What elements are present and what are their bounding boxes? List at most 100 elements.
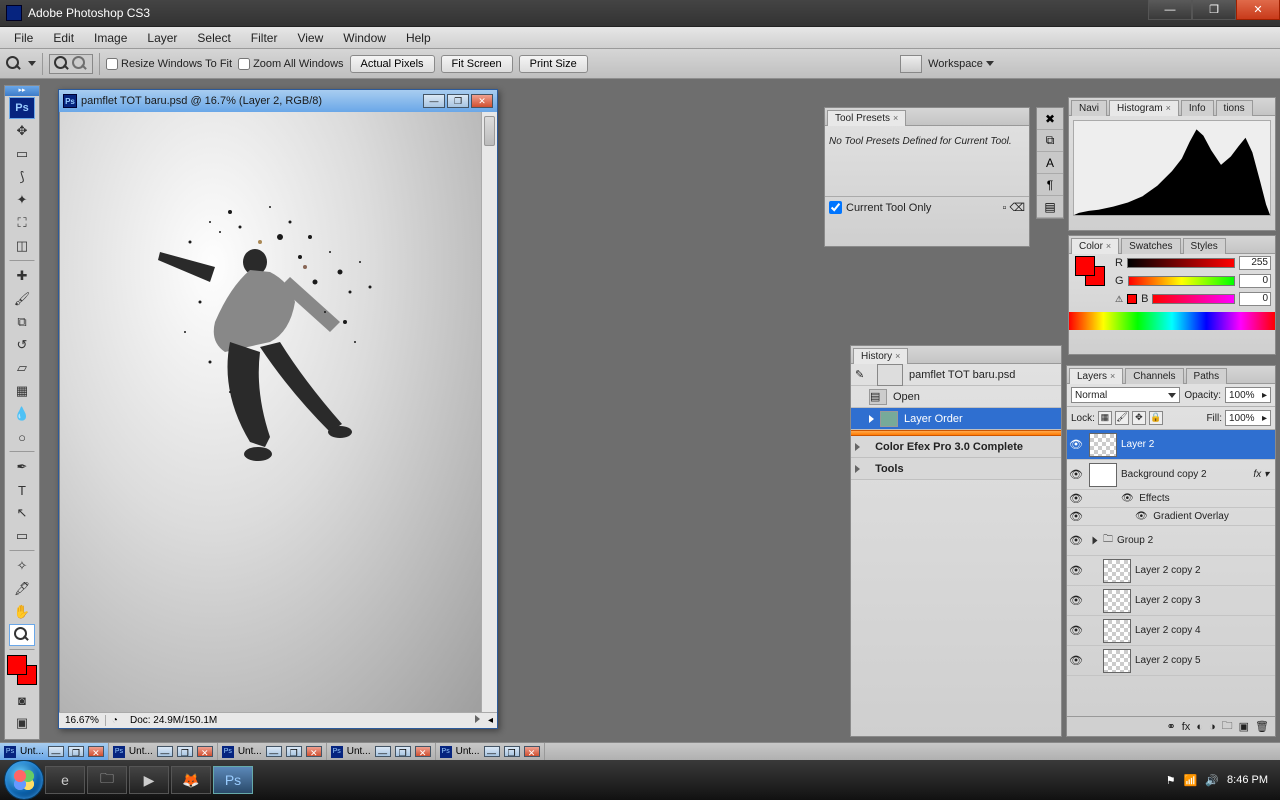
dock-para-icon[interactable]: ¶	[1037, 174, 1063, 196]
history-layerorder[interactable]: Layer Order	[851, 408, 1061, 430]
layer-row[interactable]: 👁Layer 2	[1067, 430, 1275, 460]
task-ie[interactable]: e	[45, 766, 85, 794]
tool-path[interactable]: ↖	[9, 502, 35, 524]
visibility-icon[interactable]: 👁	[1067, 438, 1085, 451]
tool-crop[interactable]: ⛶	[9, 212, 35, 234]
task-photoshop[interactable]: Ps	[213, 766, 253, 794]
trash-icon[interactable]: 🗑	[1255, 720, 1269, 733]
tool-pen[interactable]: ✒	[9, 456, 35, 478]
doc-tab[interactable]: PsUnt...—❐✕	[436, 743, 545, 760]
history-open[interactable]: ▤Open	[851, 386, 1061, 408]
tray-sound-icon[interactable]: 🔊	[1205, 774, 1219, 787]
tab-history[interactable]: History×	[853, 348, 908, 364]
workspace-menu[interactable]: Workspace	[928, 58, 994, 70]
lock-paint-icon[interactable]: 🖌	[1115, 411, 1129, 425]
tray-clock[interactable]: 8:46 PM	[1227, 774, 1268, 786]
dock-clone-icon[interactable]: ⧉	[1037, 130, 1063, 152]
dock-layers-icon[interactable]: ▤	[1037, 196, 1063, 218]
tool-heal[interactable]: ✚	[9, 265, 35, 287]
doc-tab[interactable]: PsUnt...—❐✕	[0, 743, 109, 760]
tool-brush[interactable]: 🖌	[9, 288, 35, 310]
task-firefox[interactable]: 🦊	[171, 766, 211, 794]
tool-marquee[interactable]: ▭	[9, 143, 35, 165]
resize-checkbox[interactable]: Resize Windows To Fit	[106, 58, 232, 70]
blend-mode[interactable]: Normal	[1071, 387, 1180, 403]
zoomall-checkbox[interactable]: Zoom All Windows	[238, 58, 343, 70]
tool-history-brush[interactable]: ↺	[9, 334, 35, 356]
lock-trans-icon[interactable]: ▦	[1098, 411, 1112, 425]
adjust-icon[interactable]: ◑	[1209, 721, 1216, 733]
layer-row[interactable]: 👁Layer 2 copy 4	[1067, 616, 1275, 646]
layer-row[interactable]: 👁👁 Gradient Overlay	[1067, 508, 1275, 526]
tool-wand[interactable]: ✦	[9, 189, 35, 211]
zoom-mode[interactable]	[49, 54, 93, 74]
folder-icon[interactable]: 🗀	[1222, 717, 1233, 736]
tool-eyedrop[interactable]: 🖋	[9, 578, 35, 600]
menu-image[interactable]: Image	[84, 29, 137, 47]
mask-icon[interactable]: ◐	[1196, 721, 1203, 733]
visibility-icon[interactable]: 👁	[1067, 468, 1085, 481]
toolbox-header[interactable]: ▸▸	[5, 86, 39, 96]
menu-select[interactable]: Select	[187, 29, 240, 47]
tool-move[interactable]: ✥	[9, 120, 35, 142]
history-file[interactable]: ✎pamflet TOT baru.psd	[851, 364, 1061, 386]
doc-close[interactable]: ✕	[471, 94, 493, 108]
tool-shape[interactable]: ▭	[9, 525, 35, 547]
tab-info[interactable]: Info	[1181, 100, 1214, 116]
menu-layer[interactable]: Layer	[137, 29, 187, 47]
visibility-icon[interactable]: 👁	[1067, 534, 1085, 547]
visibility-icon[interactable]: 👁	[1067, 594, 1085, 607]
actual-pixels-button[interactable]: Actual Pixels	[350, 55, 435, 73]
b-slider[interactable]	[1152, 294, 1235, 304]
tab-swatches[interactable]: Swatches	[1121, 238, 1180, 254]
document-titlebar[interactable]: Ps pamflet TOT baru.psd @ 16.7% (Layer 2…	[59, 90, 497, 112]
visibility-icon[interactable]: 👁	[1067, 492, 1085, 505]
tool-notes[interactable]: ✧	[9, 555, 35, 577]
tool-screenmode[interactable]: ▣	[9, 712, 35, 734]
menu-view[interactable]: View	[287, 29, 333, 47]
vscrollbar[interactable]	[481, 112, 497, 712]
color-fg-bg[interactable]	[1075, 256, 1105, 286]
tool-lasso[interactable]: ⟆	[9, 166, 35, 188]
tab-layers[interactable]: Layers×	[1069, 368, 1123, 384]
tool-ps[interactable]: Ps	[9, 97, 35, 119]
tab-navigator[interactable]: Navi	[1071, 100, 1107, 116]
layer-row[interactable]: 👁Layer 2 copy 3	[1067, 586, 1275, 616]
tool-slice[interactable]: ◫	[9, 235, 35, 257]
window-maximize[interactable]: ❐	[1192, 0, 1236, 20]
b-value[interactable]: 0	[1239, 292, 1271, 306]
menu-file[interactable]: File	[4, 29, 43, 47]
menu-filter[interactable]: Filter	[241, 29, 288, 47]
tool-quickmask[interactable]: ◙	[9, 689, 35, 711]
tool-dodge[interactable]: ○	[9, 426, 35, 448]
print-size-button[interactable]: Print Size	[519, 55, 588, 73]
tab-tool-presets[interactable]: Tool Presets×	[827, 110, 906, 126]
tool-hand[interactable]: ✋	[9, 601, 35, 623]
tool-stamp[interactable]: ⧉	[9, 311, 35, 333]
r-slider[interactable]	[1127, 258, 1235, 268]
tab-paths[interactable]: Paths	[1186, 368, 1228, 384]
doc-minimize[interactable]: —	[423, 94, 445, 108]
layer-row[interactable]: 👁🗀Group 2	[1067, 526, 1275, 556]
color-swatch[interactable]	[7, 655, 37, 685]
fx-icon[interactable]: fx	[1182, 721, 1191, 733]
tool-zoom[interactable]	[9, 624, 35, 646]
r-value[interactable]: 255	[1239, 256, 1271, 270]
tool-gradient[interactable]: ▦	[9, 380, 35, 402]
doc-tab[interactable]: PsUnt...—❐✕	[109, 743, 218, 760]
layer-row[interactable]: 👁Layer 2 copy 5	[1067, 646, 1275, 676]
dock-char-icon[interactable]: A	[1037, 152, 1063, 174]
tool-blur[interactable]: 💧	[9, 403, 35, 425]
window-minimize[interactable]: —	[1148, 0, 1192, 20]
doc-maximize[interactable]: ❐	[447, 94, 469, 108]
opacity-value[interactable]: 100%▸	[1225, 387, 1271, 403]
task-explorer[interactable]: 🗀	[87, 766, 127, 794]
start-button[interactable]	[4, 760, 44, 800]
spectrum-bar[interactable]	[1069, 312, 1275, 330]
visibility-icon[interactable]: 👁	[1067, 654, 1085, 667]
tool-type[interactable]: T	[9, 479, 35, 501]
ext-colorefex[interactable]: Color Efex Pro 3.0 Complete	[851, 436, 1061, 458]
tray-network-icon[interactable]: 📶	[1184, 774, 1198, 787]
menu-window[interactable]: Window	[333, 29, 396, 47]
visibility-icon[interactable]: 👁	[1067, 510, 1085, 523]
